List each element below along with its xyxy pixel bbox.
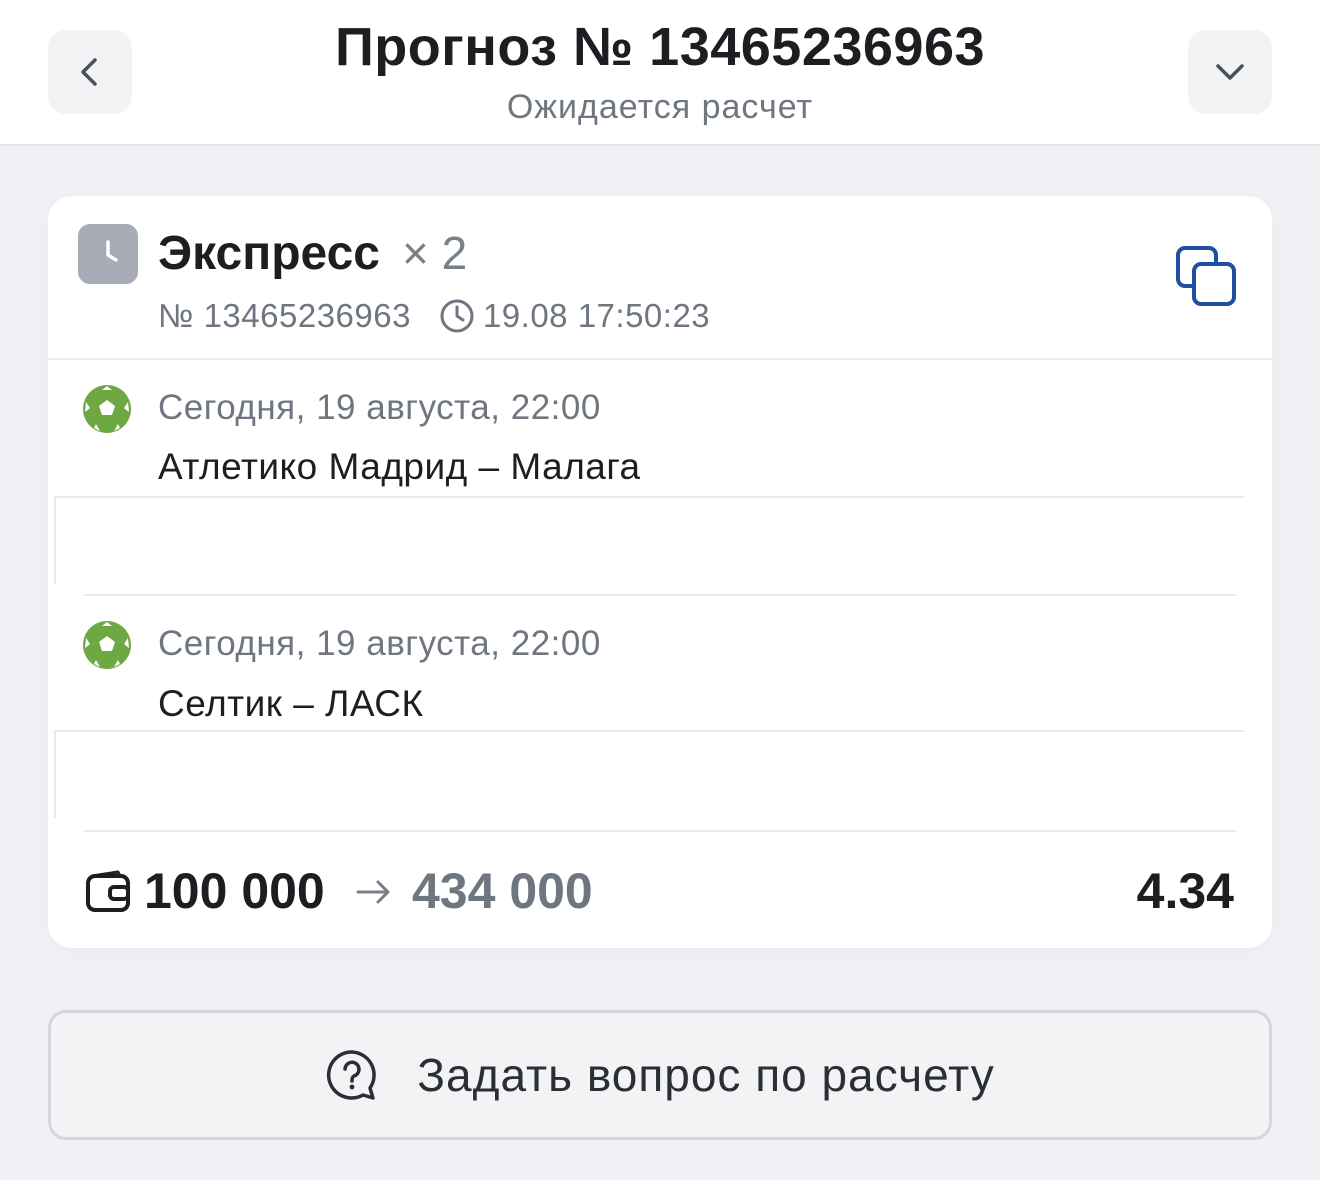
clock-icon [106,240,118,262]
question-bubble-icon [325,1048,379,1102]
bet-time: 19.08 17:50:23 [482,297,711,334]
event-divider [84,594,1236,596]
copy-button[interactable] [1174,244,1238,308]
chevron-down-icon [1216,64,1244,80]
ask-question-label: Задать вопрос по расчету [417,1049,995,1101]
stake-amount: 100 000 [144,863,325,919]
event-date: Сегодня, 19 августа, 22:00 [158,624,601,663]
event-name[interactable]: Селтик – ЛАСК [158,683,424,725]
header-divider [48,358,1272,360]
ask-question-button[interactable]: Задать вопрос по расчету [48,1010,1272,1140]
bet-type-title: Экспресс [158,227,380,280]
page-title: Прогноз № 13465236963 [334,17,986,77]
arrow-right-icon [354,872,394,912]
football-icon [82,620,132,670]
football-icon [82,384,132,434]
bet-multiplier: × 2 [402,227,468,279]
time-icon [439,298,475,334]
total-odds: 4.34 [1136,863,1234,919]
summary-divider [84,830,1236,832]
bet-meta: № 13465236963 19.08 17:50:23 [158,296,710,336]
event-date: Сегодня, 19 августа, 22:00 [158,388,601,427]
payout-amount: 434 000 [412,863,593,919]
page-status: Ожидается расчет [506,88,814,126]
event-name[interactable]: Атлетико Мадрид – Малага [158,446,641,488]
wallet-icon [84,868,132,916]
bet-type-badge [78,224,138,284]
copy-icon [1176,246,1236,306]
bet-card: Экспресс × 2 № 13465236963 19.08 17:50:2… [48,196,1272,948]
event-outcome-area [54,730,1244,818]
app-header: Прогноз № 13465236963 Ожидается расчет [0,0,1320,146]
bet-number: № 13465236963 [158,297,411,334]
event-outcome-area [54,496,1244,584]
expand-button[interactable] [1188,30,1272,114]
